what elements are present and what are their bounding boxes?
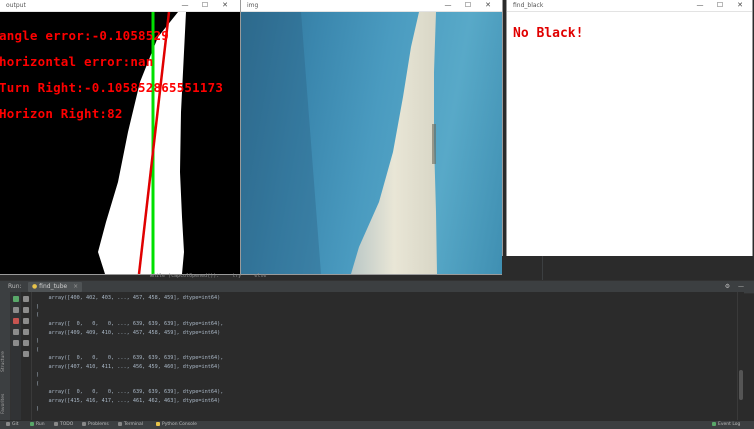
output-window-title: output [6, 2, 26, 9]
angle-error-text: angle error:-0.1058529 [0, 28, 169, 43]
close-icon[interactable]: ✕ [220, 0, 230, 11]
output-titlebar[interactable]: output — ☐ ✕ [0, 0, 240, 12]
run-tab-find-tube[interactable]: ● find_tube × [28, 282, 83, 292]
console-line: ) [36, 406, 40, 412]
structure-tool-label[interactable]: Structure [1, 351, 6, 372]
output-image: angle error:-0.1058529 horizontal error:… [0, 12, 240, 274]
console-line: ( [36, 346, 40, 353]
close-icon[interactable]: ✕ [483, 0, 493, 11]
breadcrumb-item[interactable]: try [232, 273, 241, 279]
maximize-icon[interactable]: ☐ [715, 0, 725, 11]
find-black-titlebar[interactable]: find_black — ☐ ✕ [507, 0, 752, 12]
console-scrollbar[interactable] [737, 292, 744, 420]
trash-icon[interactable] [23, 351, 29, 357]
wrench-icon[interactable] [13, 307, 19, 313]
camera-image [241, 12, 502, 274]
python-icon: ● [32, 283, 38, 290]
img-titlebar[interactable]: img — ☐ ✕ [241, 0, 502, 12]
favorites-tool-label[interactable]: Favorites [1, 394, 6, 414]
find-black-image: No Black! [507, 12, 752, 256]
console-line: ( [36, 312, 40, 318]
console-line: ( [36, 380, 40, 387]
down-arrow-icon[interactable] [23, 307, 29, 313]
horizon-right-text: Horizon Right:82 [0, 106, 123, 121]
run-tab-label: find_tube [39, 283, 68, 290]
restore-layout-icon[interactable] [13, 329, 19, 335]
maximize-icon[interactable]: ☐ [200, 0, 210, 11]
editor-background [502, 256, 754, 280]
console-output[interactable]: array([400, 402, 403, ..., 457, 458, 459… [32, 292, 744, 420]
find-black-window-title: find_black [513, 2, 544, 9]
console-line: array([415, 416, 417, ..., 461, 462, 463… [36, 397, 221, 404]
run-toolbar [11, 292, 21, 420]
settings-icon[interactable]: ⚙ [725, 283, 730, 290]
breadcrumb-item[interactable]: else [254, 273, 266, 279]
img-window-title: img [247, 2, 259, 9]
console-line: array([407, 410, 411, ..., 456, 459, 460… [36, 363, 221, 370]
console-line: ) [36, 303, 40, 310]
minimize-icon[interactable]: — [695, 0, 705, 11]
turn-right-text: Turn Right:-0.105852865551173 [0, 80, 224, 95]
img-window: img — ☐ ✕ [241, 0, 502, 274]
console-line: array([400, 402, 403, ..., 457, 458, 459… [36, 295, 221, 301]
console-toolbar [21, 292, 32, 420]
find-black-window: find_black — ☐ ✕ No Black! [507, 0, 752, 256]
console-line: array([409, 409, 410, ..., 457, 458, 459… [36, 329, 221, 336]
hide-panel-icon[interactable]: — [738, 283, 744, 290]
soft-wrap-icon[interactable] [23, 318, 29, 324]
console-line: array([ 0, 0, 0, ..., 639, 639, 639], dt… [36, 355, 224, 361]
scrollbar-thumb[interactable] [739, 370, 743, 400]
binary-mask-image [98, 12, 186, 274]
no-black-message: No Black! [513, 26, 584, 41]
horizontal-error-text: horizontal error:nan [0, 54, 154, 69]
breadcrumb-item[interactable]: while (capcolOpened()): [150, 273, 219, 279]
tube-photo [241, 12, 437, 274]
console-line: ) [36, 372, 40, 378]
editor-breadcrumb: while (capcolOpened()): try else [150, 272, 502, 280]
pin-icon[interactable] [13, 340, 19, 346]
scroll-to-end-icon[interactable] [23, 329, 29, 335]
left-tool-strip: Structure Favorites [0, 292, 11, 420]
output-window: output — ☐ ✕ angle error:-0.1058529 hori… [0, 0, 240, 274]
stop-icon[interactable] [13, 318, 19, 324]
close-icon[interactable]: ✕ [735, 0, 745, 11]
close-tab-icon[interactable]: × [73, 283, 78, 290]
console-line: array([ 0, 0, 0, ..., 639, 639, 639], dt… [36, 321, 224, 327]
console-line: ) [36, 338, 40, 344]
up-arrow-icon[interactable] [23, 296, 29, 302]
minimize-icon[interactable]: — [443, 0, 453, 11]
print-icon[interactable] [23, 340, 29, 346]
maximize-icon[interactable]: ☐ [463, 0, 473, 11]
console-line: array([ 0, 0, 0, ..., 639, 639, 639], dt… [36, 389, 224, 395]
rerun-icon[interactable] [13, 296, 19, 302]
minimize-icon[interactable]: — [180, 0, 190, 11]
